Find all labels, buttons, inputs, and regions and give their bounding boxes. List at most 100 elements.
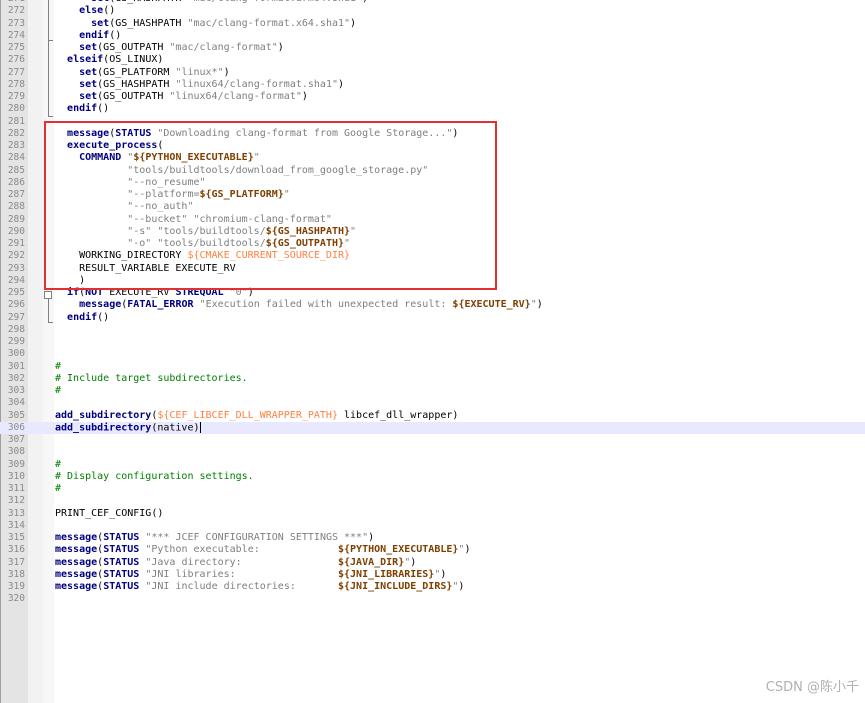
line-text: add_subdirectory(native) [55,421,201,435]
code-token: (GS_HASHPATH [97,78,176,90]
code-line[interactable]: 313 PRINT_CEF_CONFIG() [0,508,865,520]
code-line[interactable]: 305 add_subdirectory(${CEF_LIBCEF_DLL_WRA… [0,410,865,422]
code-line[interactable]: 317 message(STATUS "Java directory: ${JAV… [0,557,865,569]
code-token: ${JNI_LIBRARIES} [338,568,435,580]
code-token: (GS_PLATFORM [97,66,176,78]
code-line[interactable]: 297 endif() [0,312,865,324]
code-token: (OS_LINUX) [103,54,164,66]
code-line[interactable]: 310 # Display configuration settings. [0,471,865,483]
code-line[interactable]: 300 [0,348,865,360]
code-line[interactable]: 311 # [0,483,865,495]
code-token: elseif [67,54,104,66]
line-number: 308 [7,446,25,458]
line-number: 277 [7,66,25,78]
line-number: 316 [7,544,25,556]
code-line[interactable]: 301 # [0,361,865,373]
line-text: message(STATUS "Java directory: ${JAVA_D… [55,557,416,569]
code-token: message [55,532,98,543]
line-text: PRINT_CEF_CONFIG() [55,508,163,520]
line-text: set(GS_HASHPATH "linux64/clang-format.sh… [55,79,344,91]
code-token: "Java directory: [145,556,338,568]
code-token: message [55,544,98,556]
line-number: 310 [7,470,25,482]
code-token: endif [67,311,98,323]
code-line[interactable]: 273 set(GS_HASHPATH "mac/clang-format.x6… [0,18,865,30]
line-number: 311 [7,483,25,494]
line-text: message(STATUS "JNI include directories:… [55,581,464,593]
line-number: 284 [7,152,25,164]
code-token: message [55,581,98,592]
text-caret [199,421,201,433]
code-line[interactable]: 280 endif() [0,103,865,115]
code-token: ) [362,0,368,4]
code-lines[interactable]: 271 set(GS_HASHPATH "mac/clang-format.ar… [0,0,865,606]
line-text: # [55,361,61,373]
code-line[interactable]: 318 message(STATUS "JNI libraries: ${JNI_… [0,569,865,581]
code-token: ) [440,568,447,580]
code-line[interactable]: 277 set(GS_PLATFORM "linux*") [0,67,865,79]
code-line[interactable]: 275 set(GS_OUTPATH "mac/clang-format") [0,42,865,54]
line-number: 281 [7,115,25,127]
code-line[interactable]: 304 [0,397,865,409]
code-token: ) [338,78,345,90]
code-token: "linux64/clang-format" [169,91,302,102]
code-line[interactable]: 296 message(FATAL_ERROR "Execution faile… [0,299,865,311]
code-line[interactable]: 314 [0,520,865,532]
code-token: ) [458,581,465,592]
code-token: "*** JCEF CONFIGURATION SETTINGS ***" [145,532,369,543]
code-token: (GS_OUTPATH [97,91,170,102]
code-line[interactable]: 315 message(STATUS "*** JCEF CONFIGURATIO… [0,532,865,544]
line-number: 272 [7,5,25,17]
code-line[interactable]: 302 # Include target subdirectories. [0,373,865,385]
code-token: "JNI libraries: [145,568,338,580]
code-token: set [79,66,98,78]
code-token: ) [223,66,230,78]
code-token: "linux*" [175,66,224,78]
code-token: () [97,311,110,323]
code-line[interactable]: 274 endif() [0,30,865,42]
line-number: 295 [7,287,25,298]
code-token: "Python executable: [145,544,338,556]
code-token: PRINT_CEF_CONFIG() [55,507,164,519]
line-number: 275 [7,42,25,53]
line-number: 289 [7,213,25,225]
code-editor[interactable]: 271 set(GS_HASHPATH "mac/clang-format.ar… [0,0,865,703]
code-line[interactable]: 278 set(GS_HASHPATH "linux64/clang-forma… [0,79,865,91]
line-text: elseif(OS_LINUX) [55,54,163,66]
code-line[interactable]: 319 message(STATUS "JNI include directori… [0,581,865,593]
code-token: else [79,5,104,17]
line-text: endif() [55,30,121,42]
line-number: 315 [7,532,25,543]
code-token: STATUS [103,544,140,556]
code-line[interactable]: 316 message(STATUS "Python executable: ${… [0,544,865,556]
code-token: ${CEF_LIBCEF_DLL_WRAPPER_PATH} [157,409,338,421]
code-line[interactable]: 320 [0,593,865,605]
code-token: ) [536,299,543,311]
code-token: set [79,42,98,53]
code-line[interactable]: 303 # [0,385,865,397]
code-line[interactable]: 276 elseif(OS_LINUX) [0,54,865,66]
line-number: 318 [7,568,25,580]
line-number: 307 [7,434,25,445]
code-line[interactable]: 298 [0,324,865,336]
code-line[interactable]: 309 # [0,459,865,471]
line-number: 285 [7,164,25,176]
line-text: set(GS_HASHPATH "mac/clang-format.x64.sh… [55,18,356,30]
code-token: # [55,360,62,372]
code-line[interactable]: 279 set(GS_OUTPATH "linux64/clang-format… [0,91,865,103]
code-line[interactable]: 299 [0,336,865,348]
code-line[interactable]: 308 [0,446,865,458]
line-number: 305 [7,409,25,421]
code-line[interactable]: 272 else() [0,5,865,17]
line-number: 312 [7,495,25,507]
code-line[interactable]: 306 add_subdirectory(native) [0,421,865,435]
code-line[interactable]: 307 [0,434,865,446]
code-token: ${EXECUTE_RV} [452,299,531,311]
line-number: 278 [7,78,25,90]
code-line[interactable]: 312 [0,495,865,507]
